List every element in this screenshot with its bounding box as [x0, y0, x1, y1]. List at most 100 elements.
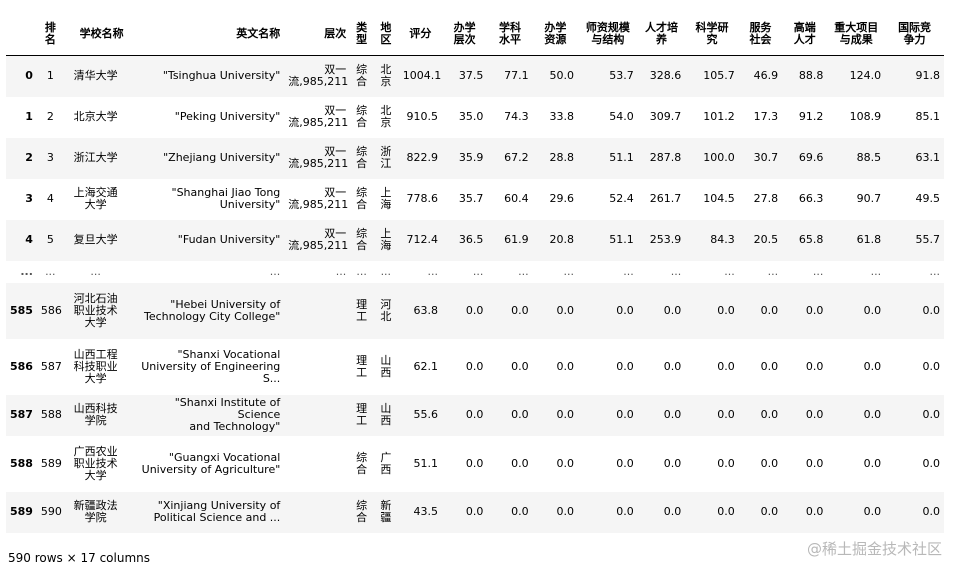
- cell-top-talent: 0.0: [805, 303, 824, 317]
- cell-talent: ...: [670, 264, 682, 278]
- cell-school-level: 37.5: [458, 69, 484, 83]
- row-index: 0: [25, 69, 33, 83]
- cell-school-name: 清华大学: [73, 69, 118, 83]
- cell-type: 理 工: [356, 402, 368, 427]
- table-header: 排 名学校名称 英文名称 层次类 型地 区评分 办学 层次 学科 水平 办学 资源 师资规模…: [6, 12, 944, 56]
- cell-type: 综 合: [356, 145, 368, 170]
- dataframe-container: 排 名学校名称 英文名称 层次类 型地 区评分 办学 层次 学科 水平 办学 资源 师资规模…: [6, 12, 944, 533]
- cell-level: [284, 395, 350, 436]
- cell-talent: 328.6: [649, 69, 682, 83]
- cell-service: 0.0: [760, 505, 779, 518]
- cell-talent: 0.0: [663, 303, 682, 317]
- cell-rank: 587: [40, 359, 62, 373]
- cell-major-projects: ...: [870, 264, 882, 278]
- cell-score: 910.5: [406, 110, 438, 123]
- header-row: 排 名学校名称 英文名称 层次类 型地 区评分 办学 层次 学科 水平 办学 资源 师资规模…: [6, 12, 944, 56]
- cell-english-name: "Zhejiang University": [163, 151, 281, 164]
- cell-rank: 586: [40, 303, 62, 317]
- cell-rank: 3: [46, 151, 54, 164]
- cell-level: [284, 339, 350, 395]
- cell-type: 综 合: [356, 450, 368, 476]
- cell-discipline-level: 0.0: [511, 303, 529, 317]
- cell-region: 北 京: [380, 104, 392, 129]
- cell-level: 双一 流,985,211: [288, 63, 349, 89]
- cell-region: 上 海: [380, 186, 392, 211]
- row-index: 587: [10, 408, 33, 421]
- cell-level: 双一 流,985,211: [288, 186, 349, 211]
- cell-major-projects: 0.0: [863, 359, 882, 373]
- cell-school-name: 上海交通 大学: [73, 186, 118, 211]
- cell-resources: ...: [563, 264, 575, 278]
- row-index: 589: [10, 505, 33, 518]
- table-row: 1 2 北京大学 "Peking University" 双一 流,985,211 综 合…: [6, 96, 944, 138]
- cell-intl-competitiveness: 85.1: [915, 110, 941, 123]
- cell-intl-competitiveness: 0.0: [922, 303, 941, 317]
- cell-score: 43.5: [413, 505, 438, 518]
- column-header-index: [6, 12, 37, 56]
- column-header-resources: 办学 资源: [532, 12, 579, 56]
- cell-region: 山 西: [380, 402, 392, 427]
- cell-discipline-level: 67.2: [504, 151, 529, 164]
- cell-top-talent: 0.0: [805, 408, 824, 421]
- cell-english-name: "Peking University": [174, 110, 281, 123]
- cell-talent: 253.9: [649, 233, 682, 246]
- cell-talent: 0.0: [663, 359, 682, 373]
- cell-research: ...: [724, 264, 735, 278]
- column-header-talent: 人才培 养: [637, 12, 686, 56]
- cell-research: 0.0: [717, 408, 735, 421]
- cell-score: 63.8: [413, 303, 438, 317]
- cell-major-projects: 0.0: [863, 303, 882, 317]
- table-row: 2 3 浙江大学 "Zhejiang University" 双一 流,985,211 综…: [6, 137, 944, 179]
- cell-service: 0.0: [760, 408, 779, 421]
- cell-english-name: "Fudan University": [177, 233, 281, 246]
- cell-level: 双一 流,985,211: [288, 104, 349, 129]
- cell-discipline-level: 61.9: [504, 233, 529, 246]
- cell-discipline-level: ...: [518, 264, 529, 278]
- cell-top-talent: 66.3: [798, 192, 824, 205]
- cell-intl-competitiveness: 49.5: [915, 192, 941, 205]
- cell-talent: 287.8: [649, 151, 682, 164]
- row-index: 585: [10, 303, 33, 317]
- cell-service: 30.7: [753, 151, 779, 164]
- cell-talent: 309.7: [649, 110, 682, 123]
- cell-school-name: 山西工程 科技职业 大学: [73, 347, 118, 385]
- cell-discipline-level: 77.1: [504, 69, 529, 83]
- cell-school-name: 山西科技 学院: [73, 402, 118, 427]
- cell-resources: 0.0: [556, 505, 575, 518]
- cell-type: 综 合: [356, 227, 368, 252]
- cell-school-level: 0.0: [465, 359, 484, 373]
- cell-type: 理 工: [356, 353, 368, 379]
- cell-region: 山 西: [380, 353, 392, 379]
- cell-service: 0.0: [760, 456, 779, 470]
- cell-rank: 588: [40, 408, 62, 421]
- cell-score: 778.6: [406, 192, 438, 205]
- table-row: 585 586 河北石油 职业技术 大学 "Hebei University of T…: [6, 282, 944, 339]
- cell-faculty: 52.4: [609, 192, 634, 205]
- cell-english-name: "Hebei University of Technology City Col…: [144, 297, 281, 323]
- table-row: 587 588 山西科技 学院 "Shanxi Institute of Scienc…: [6, 394, 944, 436]
- cell-english-name: "Shanxi Vocational University of Enginee…: [141, 347, 281, 385]
- cell-level: ...: [335, 264, 347, 278]
- cell-talent: 261.7: [649, 192, 682, 205]
- cell-research: 0.0: [717, 456, 735, 470]
- cell-major-projects: 90.7: [856, 192, 882, 205]
- cell-faculty: ...: [623, 264, 634, 278]
- cell-top-talent: ...: [812, 264, 824, 278]
- cell-resources: 0.0: [556, 303, 575, 317]
- cell-discipline-level: 0.0: [511, 505, 529, 518]
- cell-english-name: ...: [269, 264, 281, 278]
- column-header-school-level: 办学 层次: [441, 12, 488, 56]
- cell-major-projects: 0.0: [863, 456, 882, 470]
- cell-school-level: 36.5: [458, 233, 484, 246]
- column-header-score: 评分: [398, 12, 442, 56]
- column-header-school-name: 学校名称: [63, 12, 128, 56]
- table-row: 0 1 清华大学 "Tsinghua University" 双一 流,985,211 综…: [6, 55, 944, 97]
- cell-service: 17.3: [753, 110, 779, 123]
- cell-discipline-level: 0.0: [511, 408, 529, 421]
- column-header-rank: 排 名: [36, 12, 64, 56]
- row-count-footer: 590 rows × 17 columns: [8, 551, 150, 565]
- table-row: 586 587 山西工程 科技职业 大学 "Shanxi Vocational Uni…: [6, 338, 944, 395]
- cell-faculty: 0.0: [616, 303, 634, 317]
- column-header-research: 科学研 究: [685, 12, 739, 56]
- cell-school-level: 0.0: [465, 408, 484, 421]
